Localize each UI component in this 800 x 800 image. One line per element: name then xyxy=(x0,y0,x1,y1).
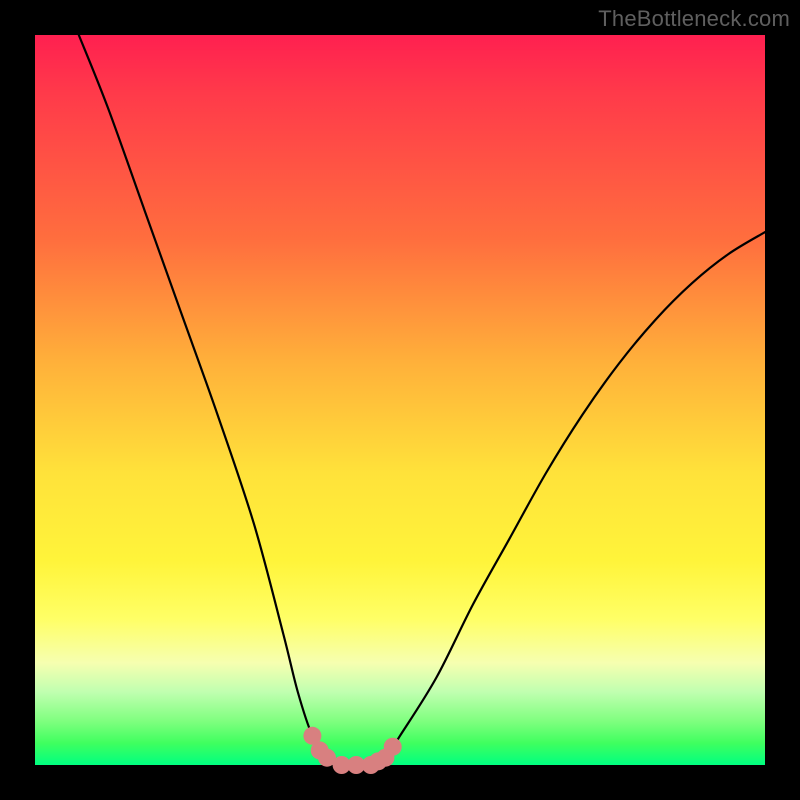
chart-svg xyxy=(35,35,765,765)
bottleneck-curve xyxy=(79,35,765,766)
plot-area xyxy=(35,35,765,765)
watermark-text: TheBottleneck.com xyxy=(598,6,790,32)
chart-frame: TheBottleneck.com xyxy=(0,0,800,800)
trough-marker-group xyxy=(303,727,401,774)
trough-marker xyxy=(384,738,402,756)
